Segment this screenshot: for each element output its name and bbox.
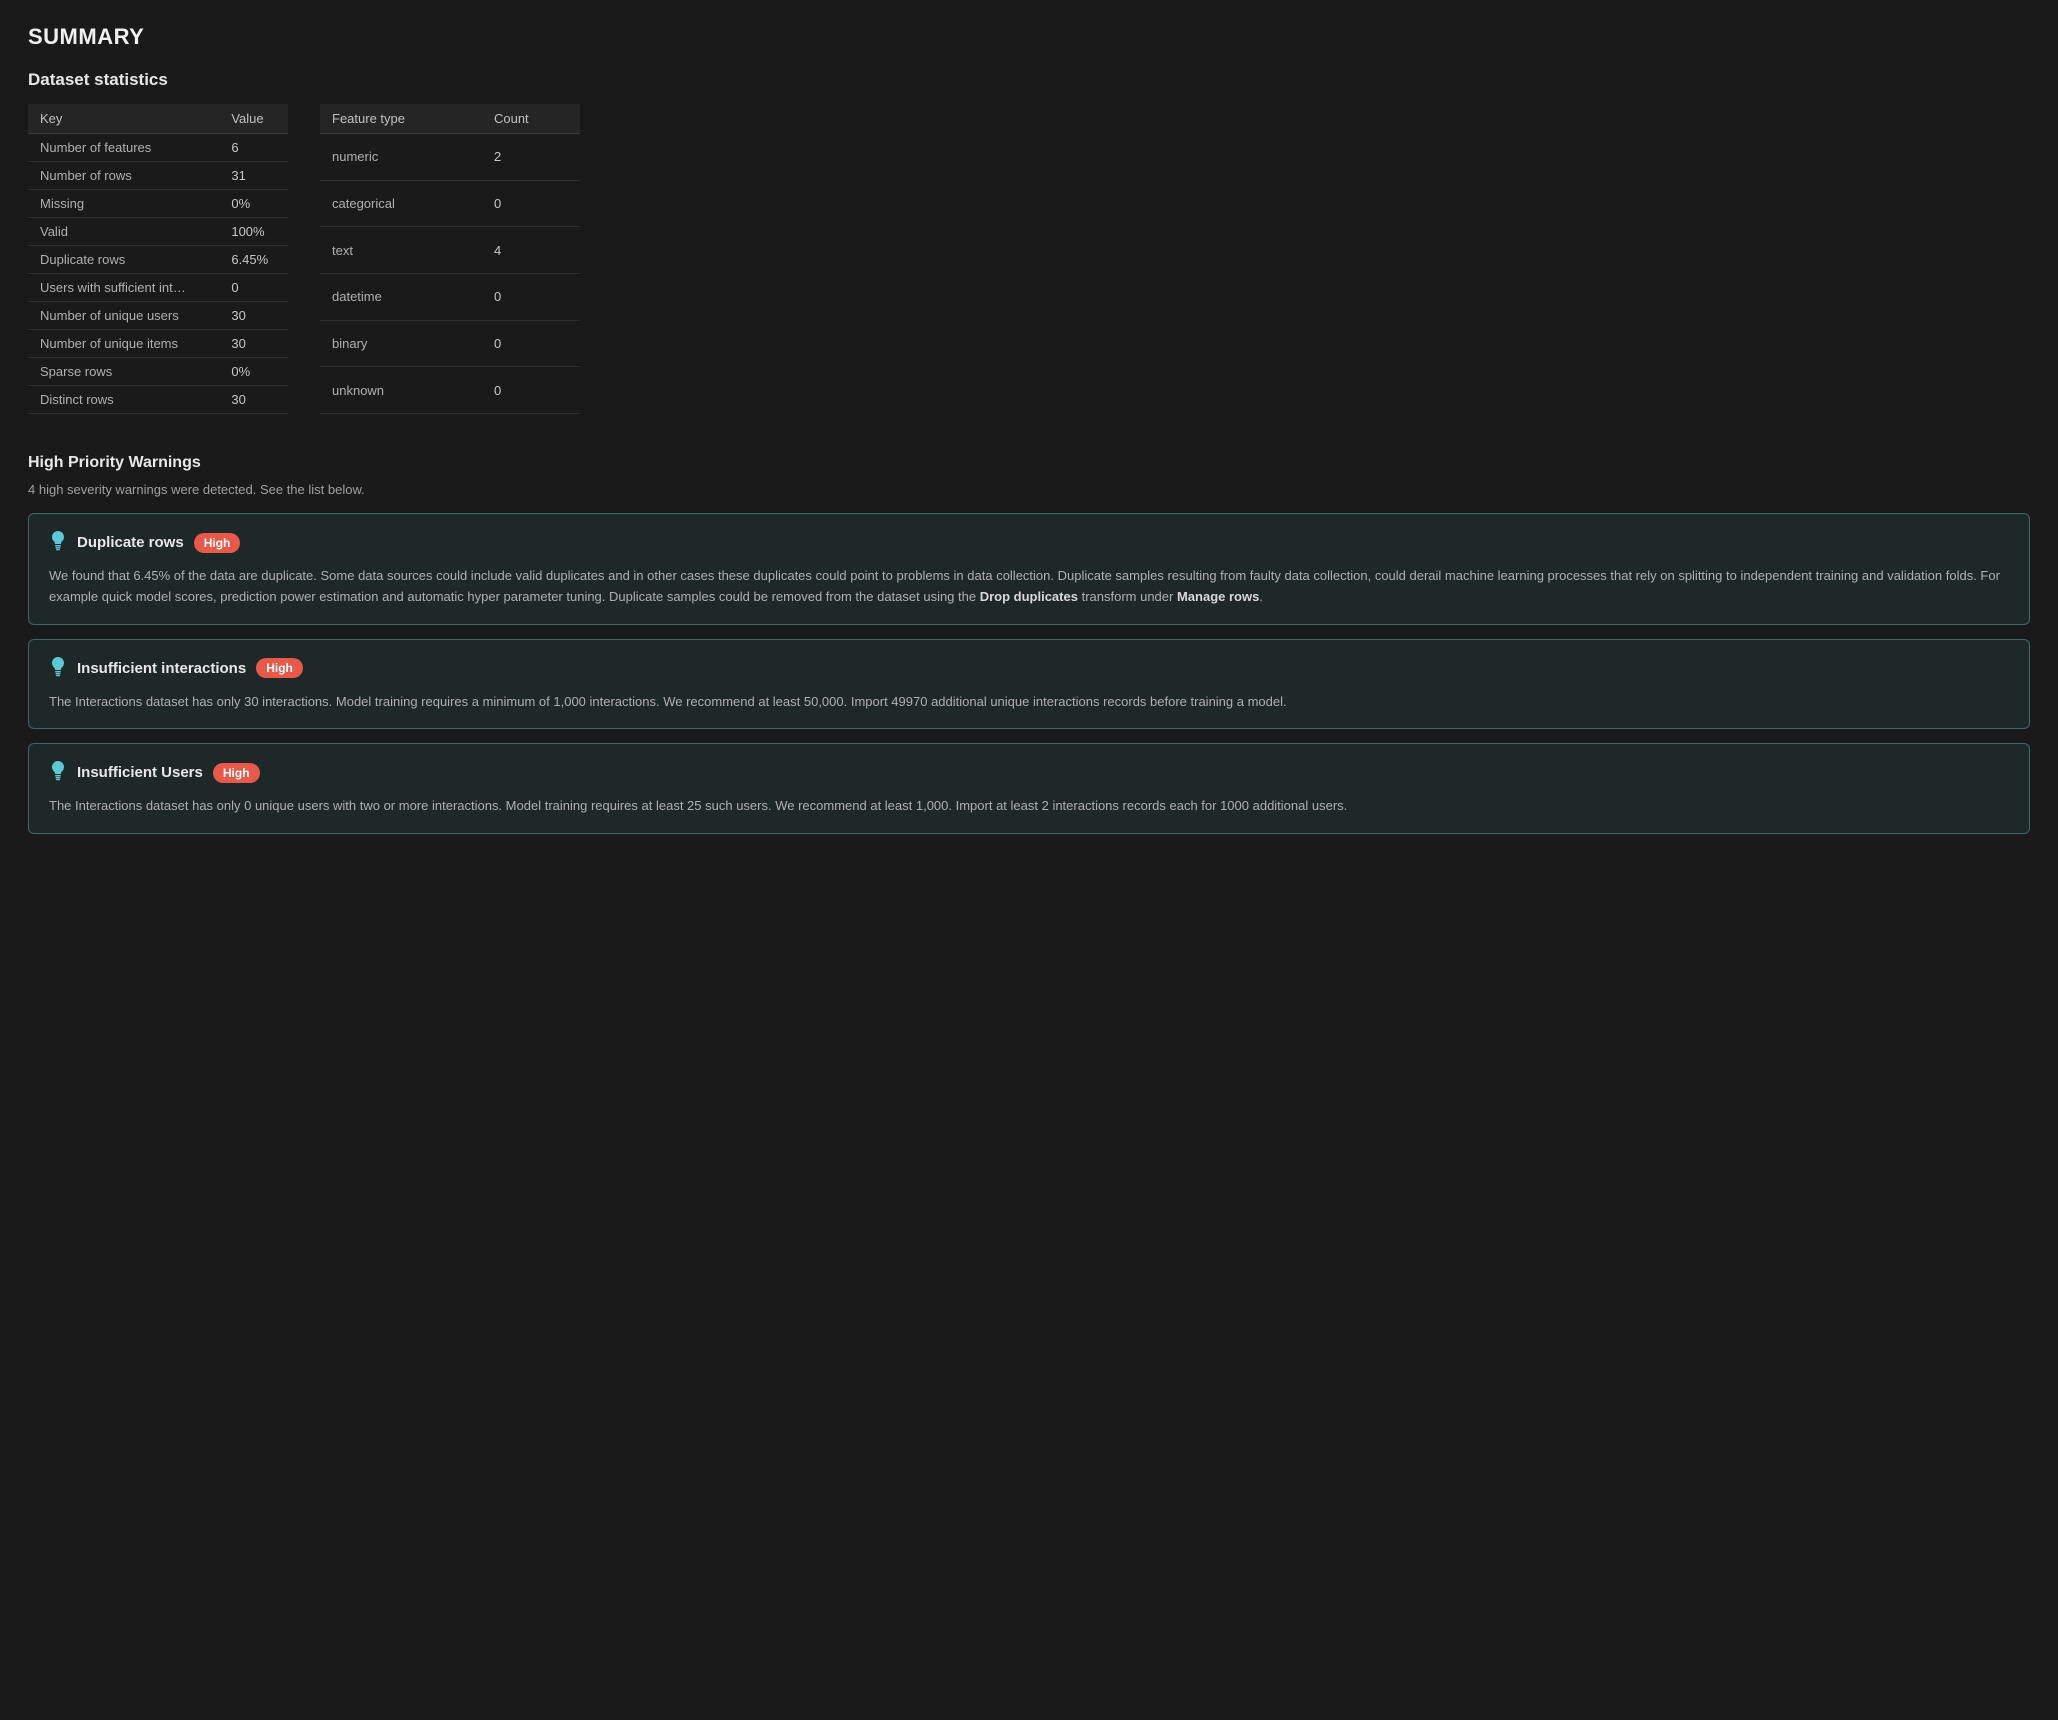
table-row: Valid100%	[28, 218, 288, 246]
table-row: Sparse rows0%	[28, 358, 288, 386]
warning-lightbulb-icon	[49, 656, 67, 681]
right-table-col-count: Count	[482, 104, 580, 134]
table-row: Distinct rows30	[28, 386, 288, 414]
warning-title: Insufficient Users	[77, 764, 203, 781]
table-row: categorical0	[320, 180, 580, 227]
table-row: binary0	[320, 320, 580, 367]
warning-card: Insufficient interactions High The Interac…	[28, 639, 2030, 729]
table-row: text4	[320, 227, 580, 274]
left-stats-table: Key Value Number of features6Number of r…	[28, 104, 288, 414]
statistics-tables: Key Value Number of features6Number of r…	[28, 104, 2030, 414]
table-row: Number of unique items30	[28, 330, 288, 358]
table-row: unknown0	[320, 367, 580, 414]
warnings-heading: High Priority Warnings	[28, 454, 2030, 472]
warnings-list: Duplicate rows High We found that 6.45% of…	[28, 513, 2030, 834]
left-table-col-key: Key	[28, 104, 219, 134]
warning-card: Duplicate rows High We found that 6.45% of…	[28, 513, 2030, 625]
table-row: Missing0%	[28, 190, 288, 218]
high-badge: High	[256, 658, 303, 678]
table-row: datetime0	[320, 273, 580, 320]
warning-body: The Interactions dataset has only 30 int…	[49, 691, 2009, 712]
warning-lightbulb-icon	[49, 530, 67, 555]
right-stats-table: Feature type Count numeric2categorical0t…	[320, 104, 580, 414]
page-title: SUMMARY	[28, 24, 2030, 50]
table-row: Users with sufficient int…0	[28, 274, 288, 302]
warnings-section: High Priority Warnings 4 high severity w…	[28, 454, 2030, 834]
warning-title: Insufficient interactions	[77, 660, 246, 677]
warning-title: Duplicate rows	[77, 534, 184, 551]
warnings-intro: 4 high severity warnings were detected. …	[28, 482, 2030, 497]
dataset-statistics-heading: Dataset statistics	[28, 70, 2030, 90]
warning-card: Insufficient Users High The Interactions d…	[28, 743, 2030, 833]
table-row: Duplicate rows6.45%	[28, 246, 288, 274]
high-badge: High	[213, 763, 260, 783]
warning-lightbulb-icon	[49, 760, 67, 785]
table-row: Number of rows31	[28, 162, 288, 190]
left-table-col-value: Value	[219, 104, 288, 134]
warning-body: We found that 6.45% of the data are dupl…	[49, 565, 2009, 608]
table-row: numeric2	[320, 134, 580, 181]
high-badge: High	[194, 533, 241, 553]
warning-body: The Interactions dataset has only 0 uniq…	[49, 795, 2009, 816]
table-row: Number of features6	[28, 134, 288, 162]
right-table-col-feature-type: Feature type	[320, 104, 482, 134]
table-row: Number of unique users30	[28, 302, 288, 330]
